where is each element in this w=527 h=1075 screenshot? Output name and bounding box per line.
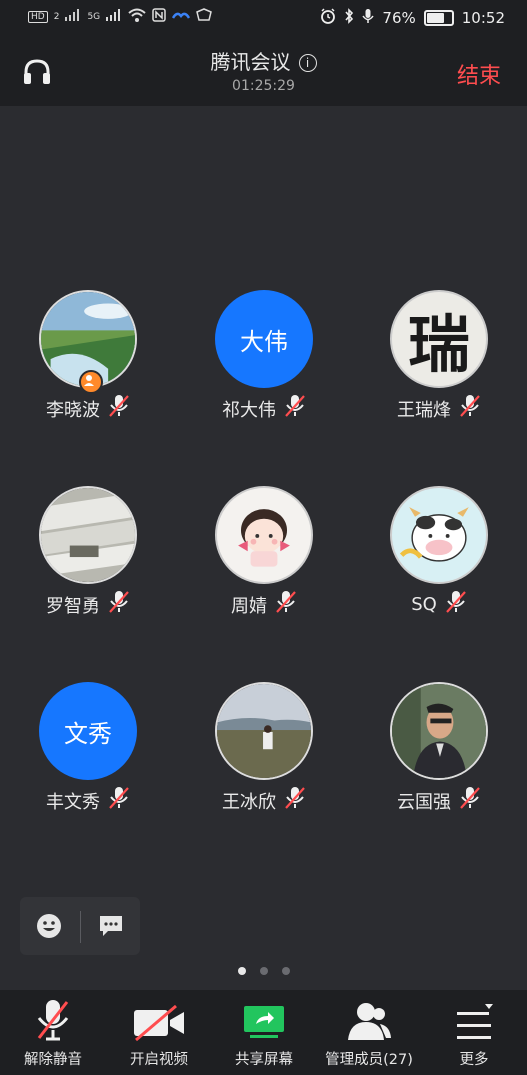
more-button[interactable]: 更多 (421, 990, 527, 1075)
chat-icon[interactable] (98, 914, 124, 942)
participant-name: 罗智勇 (46, 595, 100, 617)
more-icon (421, 990, 527, 1042)
mic-muted-icon (108, 394, 130, 423)
sim-slot-label: 2 (53, 11, 60, 22)
participant-name: 云国强 (397, 791, 451, 813)
participant-name: SQ (411, 594, 437, 615)
members-icon (316, 990, 422, 1042)
participant-tile[interactable]: 李晓波 (0, 290, 176, 423)
app-bird-icon (172, 9, 191, 24)
participant-tile[interactable]: 周婧 (176, 486, 352, 619)
reaction-chat-box (20, 897, 140, 955)
participant-name: 李晓波 (46, 399, 100, 421)
participant-tile[interactable]: 王冰欣 (176, 682, 352, 815)
info-icon[interactable]: i (298, 54, 317, 72)
bluetooth-icon (344, 8, 354, 28)
mic-muted-icon (459, 394, 481, 423)
toolbar-label: 共享屏幕 (235, 1052, 293, 1068)
nfc-icon (152, 8, 166, 25)
toolbar-label: 解除静音 (24, 1052, 82, 1068)
page-dot[interactable] (281, 967, 290, 975)
share-screen-icon (211, 990, 317, 1042)
wifi-icon (128, 8, 146, 25)
app-shield-icon (196, 8, 213, 25)
meeting-header: 腾讯会议 i 01:25:29 结束 (0, 38, 527, 106)
clock: 10:52 (461, 9, 505, 27)
avatar-initials: 大伟 (215, 290, 313, 388)
page-dot[interactable] (259, 967, 268, 975)
mic-muted-icon (284, 394, 306, 423)
unmute-button[interactable]: 解除静音 (0, 990, 106, 1075)
share-screen-button[interactable]: 共享屏幕 (211, 990, 317, 1075)
toolbar-label: 更多 (459, 1052, 489, 1068)
participant-tile[interactable]: 瑞 王瑞烽 (351, 290, 527, 423)
signal-icon-2 (106, 9, 122, 24)
status-right: 76% 10:52 (320, 8, 505, 28)
mic-muted-icon (108, 590, 130, 619)
calligraphy-avatar: 瑞 (390, 290, 488, 388)
signal-icon (65, 9, 81, 24)
participant-name: 祁大伟 (222, 399, 276, 421)
participant-name: 丰文秀 (46, 791, 100, 813)
avatar (390, 682, 488, 780)
page-indicator[interactable] (0, 967, 527, 975)
divider (80, 911, 81, 943)
mic-muted-icon (284, 786, 306, 815)
mic-muted-icon (0, 990, 106, 1042)
avatar (39, 290, 137, 394)
mic-muted-icon (459, 786, 481, 815)
avatar (215, 486, 313, 584)
meeting-title: 腾讯会议 (210, 50, 291, 74)
start-video-button[interactable]: 开启视频 (106, 990, 212, 1075)
mic-muted-icon (275, 590, 297, 619)
participant-tile[interactable]: 文秀 丰文秀 (0, 682, 176, 815)
avatar: 文秀 (39, 682, 137, 780)
toolbar-label: 管理成员(27) (325, 1052, 413, 1068)
avatar: 大伟 (215, 290, 313, 388)
emoji-icon[interactable] (36, 913, 62, 943)
network-5g-label: 5G (87, 11, 101, 22)
avatar (215, 682, 313, 780)
status-left: HD 2 5G (28, 8, 213, 25)
mic-status-icon (362, 8, 375, 28)
avatar (390, 486, 488, 584)
page-dot[interactable] (237, 967, 246, 975)
participant-name: 王冰欣 (222, 791, 276, 813)
avatar-initials: 文秀 (39, 682, 137, 780)
participant-tile[interactable]: 大伟 祁大伟 (176, 290, 352, 423)
battery-icon (423, 10, 454, 26)
host-badge-icon (79, 370, 103, 394)
battery-percent: 76% (382, 9, 416, 27)
avatar (39, 486, 137, 584)
meeting-timer: 01:25:29 (232, 78, 295, 94)
participant-name: 王瑞烽 (397, 399, 451, 421)
avatar: 瑞 (390, 290, 488, 388)
video-off-icon (106, 990, 212, 1042)
meeting-toolbar: 解除静音 开启视频 共享屏幕 管理成员(27) 更多 (0, 990, 527, 1075)
participant-name: 周婧 (231, 595, 267, 617)
status-bar: HD 2 5G 76% 10:52 (0, 0, 527, 38)
manage-members-button[interactable]: 管理成员(27) (316, 990, 422, 1075)
mic-muted-icon (108, 786, 130, 815)
end-meeting-button[interactable]: 结束 (457, 58, 501, 90)
participant-tile[interactable]: 罗智勇 (0, 486, 176, 619)
alarm-icon (320, 8, 336, 28)
participant-tile[interactable]: SQ (351, 486, 527, 619)
mic-muted-icon (445, 590, 467, 619)
participant-tile[interactable]: 云国强 (351, 682, 527, 815)
meeting-title-row: 腾讯会议 i (0, 46, 527, 75)
hd-icon: HD (28, 10, 48, 23)
toolbar-label: 开启视频 (130, 1052, 188, 1068)
